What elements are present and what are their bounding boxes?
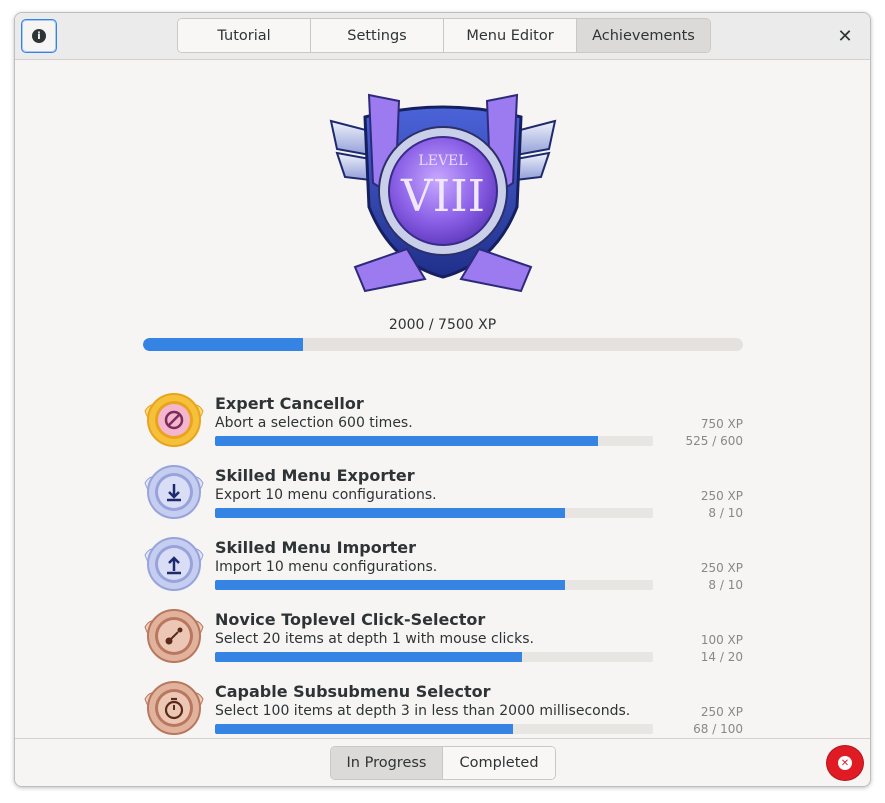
achievement-progress-bar [215, 652, 653, 662]
bronze-badge-icon [144, 609, 204, 663]
achievement-row: Expert Cancellor Abort a selection 600 ti… [141, 387, 747, 453]
gold-badge-icon [144, 393, 204, 447]
achievement-description: Import 10 menu configurations. [215, 559, 438, 575]
achievement-count: 8 / 10 [708, 578, 743, 592]
stop-button[interactable]: ✕ [827, 746, 863, 780]
achievement-description: Abort a selection 600 times. [215, 415, 413, 431]
achievement-name: Skilled Menu Importer [215, 538, 416, 557]
tab-switcher: Tutorial Settings Menu Editor Achievemen… [177, 18, 711, 53]
view-switcher: In Progress Completed [330, 746, 556, 780]
achievements-content: LEVEL VIII 2000 / 7500 XP Expert Cancell… [15, 61, 870, 740]
achievement-description: Select 100 items at depth 3 in less than… [215, 703, 631, 719]
achievement-progress-bar [215, 580, 653, 590]
achievement-progress-bar [215, 508, 653, 518]
stop-icon: ✕ [838, 756, 852, 770]
silver-badge-icon [144, 537, 204, 591]
bottom-bar: In Progress Completed ✕ [15, 738, 870, 786]
achievement-description: Export 10 menu configurations. [215, 487, 437, 503]
achievement-count: 8 / 10 [708, 506, 743, 520]
close-button[interactable]: ✕ [834, 25, 856, 47]
level-emblem: LEVEL VIII [329, 93, 557, 293]
achievement-xp: 750 XP [700, 417, 743, 431]
achievement-row: Capable Subsubmenu Selector Select 100 it… [141, 675, 747, 741]
achievement-progress-bar [215, 724, 653, 734]
tab-achievements[interactable]: Achievements [577, 19, 710, 52]
achievement-progress-bar [215, 436, 653, 446]
info-icon: i [32, 29, 46, 43]
header-bar: i Tutorial Settings Menu Editor Achievem… [15, 13, 870, 60]
achievement-description: Select 20 items at depth 1 with mouse cl… [215, 631, 534, 647]
in-progress-button[interactable]: In Progress [331, 747, 443, 779]
achievement-row: Skilled Menu Exporter Export 10 menu conf… [141, 459, 747, 525]
achievement-count: 525 / 600 [685, 434, 743, 448]
achievement-name: Expert Cancellor [215, 394, 364, 413]
tab-tutorial[interactable]: Tutorial [178, 19, 311, 52]
achievement-name: Novice Toplevel Click-Selector [215, 610, 486, 629]
level-progress-bar [143, 338, 743, 351]
achievement-count: 68 / 100 [693, 722, 743, 736]
close-icon: ✕ [837, 25, 853, 47]
silver-badge-icon [144, 465, 204, 519]
tab-settings[interactable]: Settings [311, 19, 444, 52]
emblem-level-label: LEVEL [418, 153, 467, 169]
achievement-xp: 250 XP [700, 561, 743, 575]
achievement-progress-fill [215, 436, 599, 446]
achievement-row: Skilled Menu Importer Import 10 menu conf… [141, 531, 747, 597]
achievements-window: i Tutorial Settings Menu Editor Achievem… [14, 12, 871, 787]
level-xp-label: 2000 / 7500 XP [388, 317, 497, 333]
achievement-progress-fill [215, 652, 522, 662]
bronze-badge-icon [144, 681, 204, 735]
achievement-row: Novice Toplevel Click-Selector Select 20 … [141, 603, 747, 669]
achievement-xp: 100 XP [700, 633, 743, 647]
achievement-progress-fill [215, 508, 566, 518]
achievement-count: 14 / 20 [700, 650, 743, 664]
achievement-progress-fill [215, 580, 566, 590]
info-button[interactable]: i [21, 19, 57, 53]
emblem-level-number: VIII [400, 171, 485, 222]
achievement-xp: 250 XP [700, 489, 743, 503]
achievement-name: Capable Subsubmenu Selector [215, 682, 491, 701]
achievement-xp: 250 XP [700, 705, 743, 719]
completed-button[interactable]: Completed [443, 747, 555, 779]
achievement-progress-fill [215, 724, 513, 734]
tab-menu-editor[interactable]: Menu Editor [444, 19, 577, 52]
achievement-name: Skilled Menu Exporter [215, 466, 415, 485]
level-progress-fill [143, 338, 304, 351]
